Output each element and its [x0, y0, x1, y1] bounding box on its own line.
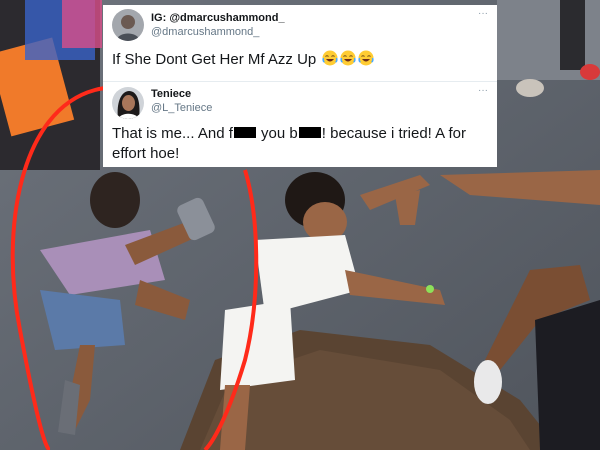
tweet-text-segment: ! because i tried! A for: [321, 125, 467, 142]
user-handle[interactable]: @dmarcushammond_: [151, 26, 259, 38]
tweet-text-body: If She Dont Get Her Mf Azz Up: [112, 51, 317, 68]
censor-bar-icon: [298, 127, 321, 138]
more-options-icon[interactable]: ···: [478, 8, 488, 19]
user-handle[interactable]: @L_Teniece: [151, 102, 212, 114]
tweet-text-segment: That is me... And f: [112, 125, 233, 142]
tweet-divider: [103, 81, 497, 82]
more-options-icon[interactable]: ···: [478, 85, 488, 96]
tweet-text-line: effort hoe!: [112, 145, 180, 162]
face-with-tears-of-joy-icon: [322, 50, 338, 66]
tweet-screenshot-card: IG: @dmarcushammond_ @dmarcushammond_ ··…: [103, 5, 497, 167]
face-with-tears-of-joy-icon: [340, 50, 356, 66]
user-avatar-icon[interactable]: [112, 87, 144, 119]
tweet-text: If She Dont Get Her Mf Azz Up: [112, 50, 374, 70]
display-name[interactable]: Teniece: [151, 88, 191, 100]
face-with-tears-of-joy-icon: [358, 50, 374, 66]
tweet-text-segment: you b: [256, 125, 298, 142]
user-avatar-icon[interactable]: [112, 9, 144, 41]
display-name[interactable]: IG: @dmarcushammond_: [151, 12, 285, 24]
censor-bar-icon: [233, 127, 256, 138]
tweet-text-line: That is me... And f you b ! because i tri…: [112, 124, 490, 144]
tweet-text: That is me... And f you b ! because i tri…: [112, 124, 490, 164]
